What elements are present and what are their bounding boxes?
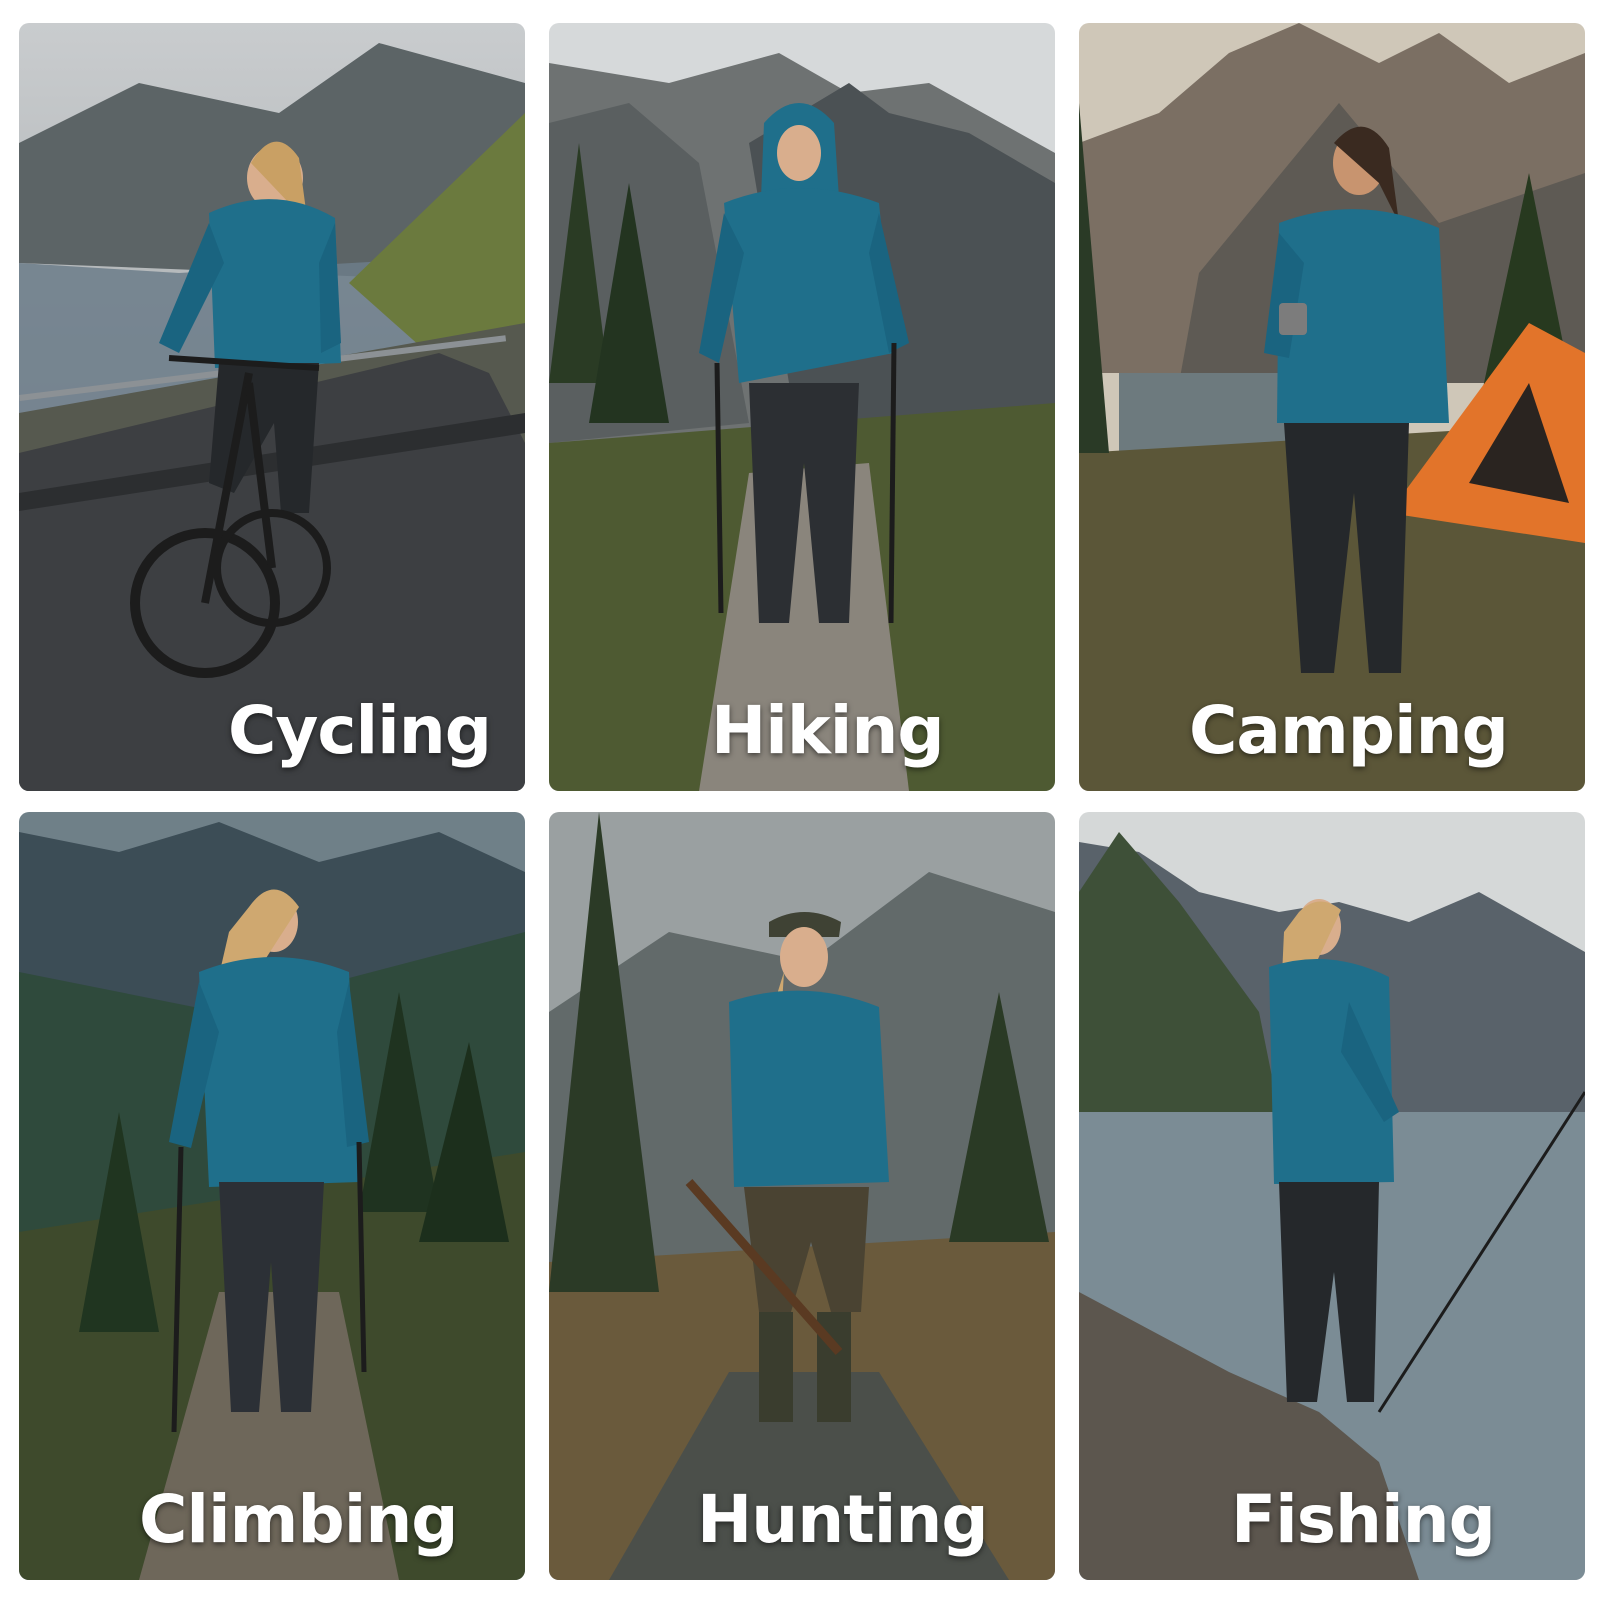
hiking-photo	[549, 23, 1055, 791]
activity-grid: Cycling Hiking Camping Climbing Hunting …	[0, 0, 1600, 1600]
activity-label: Camping	[1189, 692, 1509, 769]
tile-hunting: Hunting	[549, 812, 1055, 1580]
climbing-photo	[19, 812, 525, 1580]
camping-photo	[1079, 23, 1585, 791]
hunting-photo	[549, 812, 1055, 1580]
activity-label: Cycling	[227, 692, 492, 769]
cycling-photo	[19, 23, 525, 791]
activity-label: Fishing	[1231, 1481, 1496, 1558]
activity-label: Hunting	[697, 1481, 989, 1558]
tile-hiking: Hiking	[549, 23, 1055, 791]
tile-climbing: Climbing	[19, 812, 525, 1580]
activity-label: Hiking	[711, 692, 945, 769]
fishing-photo	[1079, 812, 1585, 1580]
tile-camping: Camping	[1079, 23, 1585, 791]
tile-fishing: Fishing	[1079, 812, 1585, 1580]
tile-cycling: Cycling	[19, 23, 525, 791]
activity-label: Climbing	[139, 1481, 459, 1558]
